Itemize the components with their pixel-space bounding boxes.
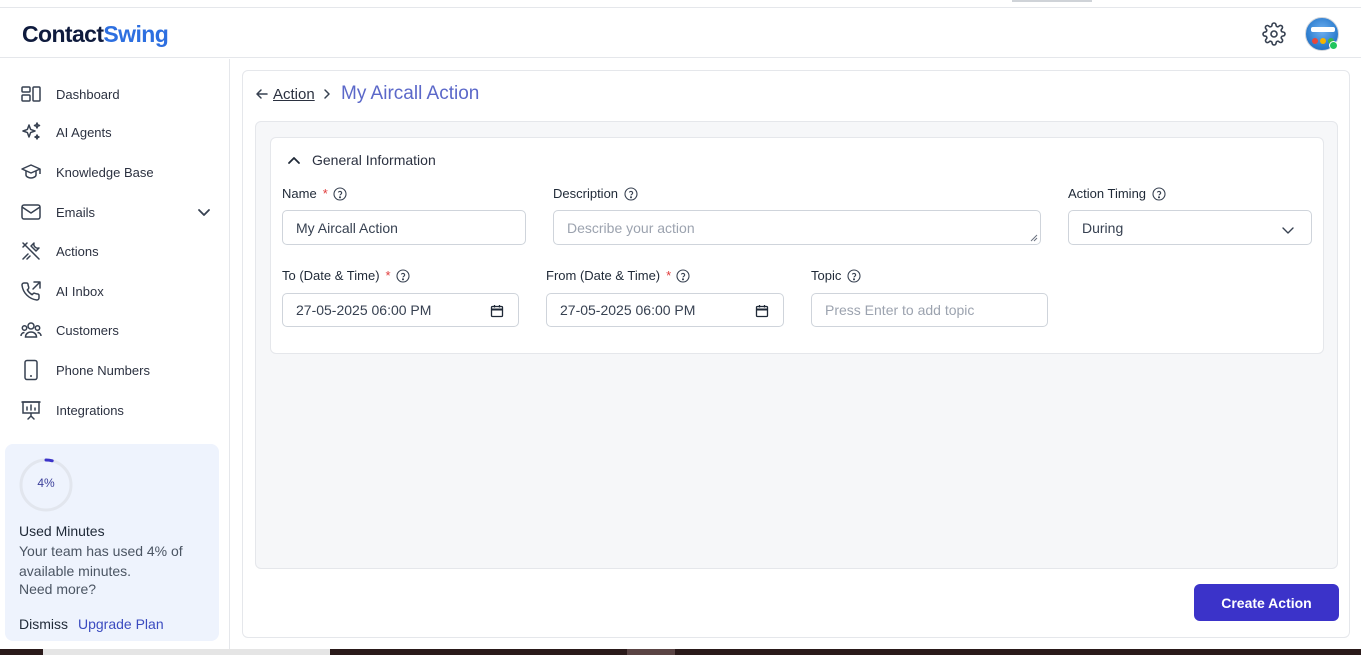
- sidebar-item-label: Emails: [56, 204, 96, 220]
- taskbar-segment: [43, 649, 330, 655]
- sidebar-item-actions[interactable]: Actions: [0, 233, 230, 269]
- chevron-down-icon: [1282, 227, 1294, 234]
- action-timing-select[interactable]: During: [1068, 210, 1312, 245]
- usage-description: Your team has used 4% of available minut…: [19, 543, 183, 579]
- name-label-text: Name: [282, 186, 317, 201]
- page-title: My Aircall Action: [341, 83, 480, 104]
- help-circle-icon[interactable]: [676, 268, 690, 283]
- calendar-icon[interactable]: [490, 304, 504, 318]
- sidebar-item-label: AI Inbox: [56, 283, 104, 299]
- to-datetime-input[interactable]: 27-05-2025 06:00 PM: [282, 293, 519, 327]
- online-status-dot: [1329, 41, 1338, 50]
- sidebar: Dashboard AI Agents Knowledge Base Email…: [0, 59, 230, 649]
- to-datetime-value: 27-05-2025 06:00 PM: [296, 302, 432, 318]
- create-action-button[interactable]: Create Action: [1194, 584, 1339, 621]
- sidebar-item-knowledge-base[interactable]: Knowledge Base: [0, 154, 230, 190]
- action-timing-value: During: [1082, 219, 1124, 236]
- avatar-bar: [1311, 27, 1335, 32]
- mail-icon: [21, 204, 41, 220]
- tools-icon: [22, 242, 40, 260]
- sidebar-item-dashboard[interactable]: Dashboard: [0, 76, 230, 112]
- help-circle-icon[interactable]: [847, 268, 861, 283]
- browser-tab-indicator: [1012, 0, 1092, 2]
- sparkles-icon: [22, 122, 41, 140]
- graduation-cap-icon: [21, 164, 41, 179]
- sidebar-item-integrations[interactable]: Integrations: [0, 392, 230, 428]
- from-datetime-value: 27-05-2025 06:00 PM: [560, 302, 696, 318]
- help-circle-icon[interactable]: [333, 186, 347, 201]
- smartphone-icon: [24, 359, 38, 381]
- resize-handle-icon[interactable]: [1030, 234, 1038, 242]
- usage-title: Used Minutes: [19, 523, 105, 539]
- sidebar-item-label: Customers: [56, 322, 119, 338]
- sidebar-item-label: Dashboard: [56, 86, 120, 102]
- sidebar-item-ai-inbox[interactable]: AI Inbox: [0, 273, 230, 309]
- avatar-dot-yellow: [1320, 38, 1326, 44]
- from-datetime-label-text: From (Date & Time): [546, 268, 661, 283]
- main-content: Action My Aircall Action General Informa…: [242, 70, 1350, 638]
- avatar-dot-red: [1312, 38, 1318, 44]
- sidebar-item-label: Actions: [56, 243, 99, 259]
- sidebar-item-customers[interactable]: Customers: [0, 312, 230, 348]
- usage-need-more: Need more?: [19, 581, 97, 597]
- browser-top-strip: [0, 0, 1361, 8]
- form-panel: General Information Name * My Aircall Ac…: [255, 121, 1338, 569]
- sidebar-item-emails[interactable]: Emails: [0, 194, 230, 230]
- from-datetime-label: From (Date & Time) *: [546, 268, 690, 283]
- settings-gear-icon[interactable]: [1262, 22, 1286, 46]
- section-title: General Information: [312, 152, 436, 168]
- sidebar-item-label: Phone Numbers: [56, 362, 150, 378]
- topic-label: Topic: [811, 268, 861, 283]
- description-label-text: Description: [553, 186, 619, 201]
- required-asterisk: *: [666, 268, 672, 283]
- to-datetime-label: To (Date & Time) *: [282, 268, 410, 283]
- calendar-icon[interactable]: [755, 304, 769, 318]
- arrow-left-icon[interactable]: [255, 87, 269, 101]
- brand-logo-part2: Swing: [103, 21, 169, 47]
- phone-outgoing-icon: [21, 281, 41, 301]
- required-asterisk: *: [322, 186, 328, 201]
- name-input[interactable]: My Aircall Action: [282, 210, 526, 245]
- upgrade-plan-link[interactable]: Upgrade Plan: [78, 616, 164, 632]
- description-textarea[interactable]: Describe your action: [553, 210, 1041, 245]
- topic-label-text: Topic: [811, 268, 842, 283]
- description-label: Description: [553, 186, 638, 201]
- name-label: Name *: [282, 186, 347, 201]
- sidebar-item-ai-agents[interactable]: AI Agents: [0, 114, 230, 150]
- from-datetime-input[interactable]: 27-05-2025 06:00 PM: [546, 293, 784, 327]
- dashboard-icon: [21, 86, 41, 102]
- action-timing-label: Action Timing: [1068, 186, 1166, 201]
- sidebar-item-label: AI Agents: [56, 124, 112, 140]
- sidebar-item-label: Integrations: [56, 402, 124, 418]
- help-circle-icon[interactable]: [396, 268, 410, 283]
- brand-logo-part1: Contact: [22, 21, 104, 47]
- breadcrumb-parent-link[interactable]: Action: [273, 86, 315, 103]
- app-header: ContactSwing: [0, 8, 1361, 58]
- sidebar-item-label: Knowledge Base: [56, 164, 154, 180]
- help-circle-icon[interactable]: [624, 186, 638, 201]
- users-icon: [20, 322, 42, 338]
- help-circle-icon[interactable]: [1152, 186, 1166, 201]
- taskbar-strip: [0, 649, 1361, 655]
- taskbar-segment: [627, 649, 675, 655]
- sidebar-item-phone-numbers[interactable]: Phone Numbers: [0, 352, 230, 388]
- topic-input[interactable]: Press Enter to add topic: [811, 293, 1048, 327]
- required-asterisk: *: [385, 268, 391, 283]
- presentation-icon: [21, 401, 41, 420]
- chevron-down-icon[interactable]: [196, 204, 212, 220]
- to-datetime-label-text: To (Date & Time): [282, 268, 380, 283]
- general-information-card: General Information Name * My Aircall Ac…: [270, 137, 1324, 354]
- usage-card: 4% Used Minutes Your team has used 4% of…: [5, 444, 219, 641]
- chevron-right-icon: [324, 89, 330, 99]
- brand-logo[interactable]: ContactSwing: [22, 21, 169, 48]
- action-timing-label-text: Action Timing: [1068, 186, 1147, 201]
- chevron-up-icon[interactable]: [287, 153, 301, 167]
- usage-percent-label: 4%: [37, 476, 55, 490]
- dismiss-link[interactable]: Dismiss: [19, 616, 68, 632]
